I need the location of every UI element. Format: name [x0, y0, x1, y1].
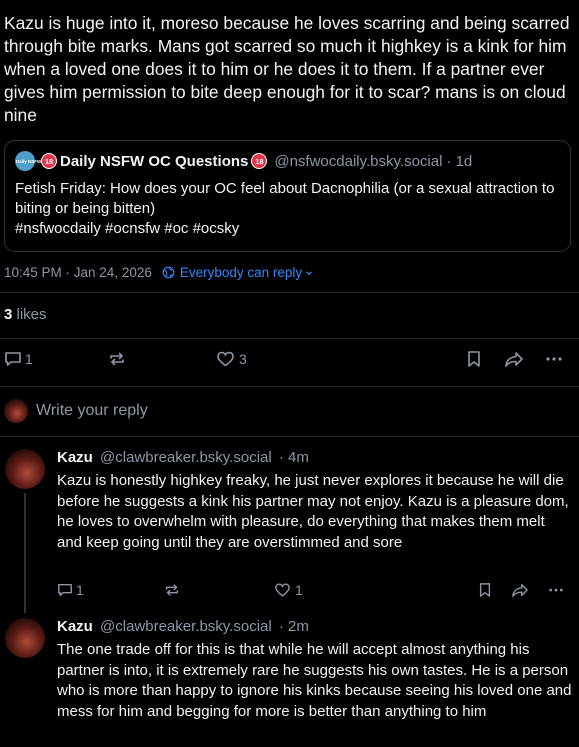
- like-button[interactable]: 1: [274, 582, 303, 598]
- emoji-label: 18: [44, 156, 54, 166]
- avatar[interactable]: [5, 449, 45, 489]
- more-icon: [549, 588, 563, 592]
- no-under-18-icon: 18: [41, 153, 57, 169]
- quoted-tags[interactable]: #nsfwocdaily #ocnsfw #oc #ocsky: [15, 219, 560, 239]
- quoted-handle[interactable]: @nsfwocdaily.bsky.social: [274, 153, 442, 170]
- reply-button[interactable]: 1: [4, 350, 33, 368]
- reply-text: Kazu is honestly highkey freaky, he just…: [57, 472, 569, 551]
- likes-label: likes: [16, 306, 47, 323]
- divider: [0, 436, 579, 437]
- heart-icon: [217, 351, 234, 367]
- quoted-text: Fetish Friday: How does your OC feel abo…: [15, 179, 560, 239]
- reply-action-bar: 1 1: [0, 582, 579, 604]
- reply-text: The one trade off for this is that while…: [57, 641, 572, 720]
- reply-count: 1: [76, 582, 84, 598]
- current-user-avatar: [4, 399, 28, 423]
- reply-setting-label: Everybody can reply: [179, 265, 303, 280]
- likes-number: 3: [4, 306, 13, 323]
- share-button[interactable]: [511, 582, 529, 598]
- likes-count[interactable]: 3 likes: [4, 306, 47, 323]
- repost-button[interactable]: [108, 350, 126, 368]
- quoted-avatar[interactable]: Daily NSFW: [15, 151, 42, 171]
- reply-input-placeholder[interactable]: Write your reply: [36, 402, 148, 420]
- emoji-label: 18: [255, 156, 264, 166]
- reply-composer[interactable]: Write your reply: [4, 399, 148, 423]
- reply-icon: [58, 583, 72, 597]
- like-count: 3: [239, 351, 247, 367]
- post-action-bar: 1 3: [0, 350, 579, 372]
- quoted-post[interactable]: Daily NSFW 18 Daily NSFW OC Questions 18…: [4, 140, 571, 252]
- repost-button[interactable]: [164, 582, 180, 598]
- like-count: 1: [295, 582, 303, 598]
- divider: [0, 386, 579, 387]
- reply-author-name[interactable]: Kazu: [57, 449, 93, 466]
- post-text: Kazu is huge into it, moreso because he …: [4, 13, 570, 125]
- post-timestamp: 10:45 PM · Jan 24, 2026: [4, 265, 152, 280]
- quoted-post-header: Daily NSFW 18 Daily NSFW OC Questions 18…: [15, 151, 560, 171]
- globe-icon: [162, 266, 175, 279]
- reply-author-handle[interactable]: @clawbreaker.bsky.social: [100, 449, 272, 466]
- chevron-down-icon: [306, 270, 313, 275]
- more-icon: [546, 357, 562, 361]
- avatar[interactable]: [5, 618, 45, 658]
- quoted-body: Fetish Friday: How does your OC feel abo…: [15, 180, 555, 217]
- bookmark-button[interactable]: [478, 582, 492, 598]
- reply-author-handle[interactable]: @clawbreaker.bsky.social: [100, 618, 272, 635]
- like-button[interactable]: 3: [216, 350, 247, 368]
- divider: [0, 338, 579, 339]
- reply-setting-button[interactable]: Everybody can reply: [162, 265, 313, 280]
- share-button[interactable]: [504, 350, 524, 368]
- repost-icon: [165, 584, 179, 596]
- repost-icon: [110, 352, 124, 366]
- reply-time: · 2m: [278, 618, 309, 635]
- reply-count: 1: [25, 351, 33, 367]
- quoted-time: · 1d: [446, 152, 473, 170]
- quoted-avatar-label: Daily NSFW: [16, 158, 42, 164]
- reply-header: Kazu @clawbreaker.bsky.social · 2m: [57, 618, 309, 635]
- bookmark-button[interactable]: [466, 350, 482, 368]
- share-icon: [505, 352, 523, 367]
- quoted-display-name[interactable]: Daily NSFW OC Questions: [60, 153, 248, 170]
- heart-icon: [275, 583, 290, 597]
- share-icon: [512, 583, 528, 597]
- post-meta: 10:45 PM · Jan 24, 2026 Everybody can re…: [4, 265, 313, 280]
- reply-post[interactable]: Kazu @clawbreaker.bsky.social · 2m The o…: [0, 618, 579, 747]
- reply-button[interactable]: 1: [57, 582, 84, 598]
- reply-author-name[interactable]: Kazu: [57, 618, 93, 635]
- reply-header: Kazu @clawbreaker.bsky.social · 4m: [57, 449, 309, 466]
- reply-icon: [5, 352, 21, 366]
- more-options-button[interactable]: [544, 350, 564, 368]
- divider: [0, 292, 579, 293]
- bookmark-icon: [479, 583, 491, 597]
- bookmark-icon: [468, 351, 480, 367]
- more-options-button[interactable]: [547, 582, 565, 598]
- reply-time: · 4m: [278, 449, 309, 466]
- no-under-18-icon: 18: [251, 153, 268, 169]
